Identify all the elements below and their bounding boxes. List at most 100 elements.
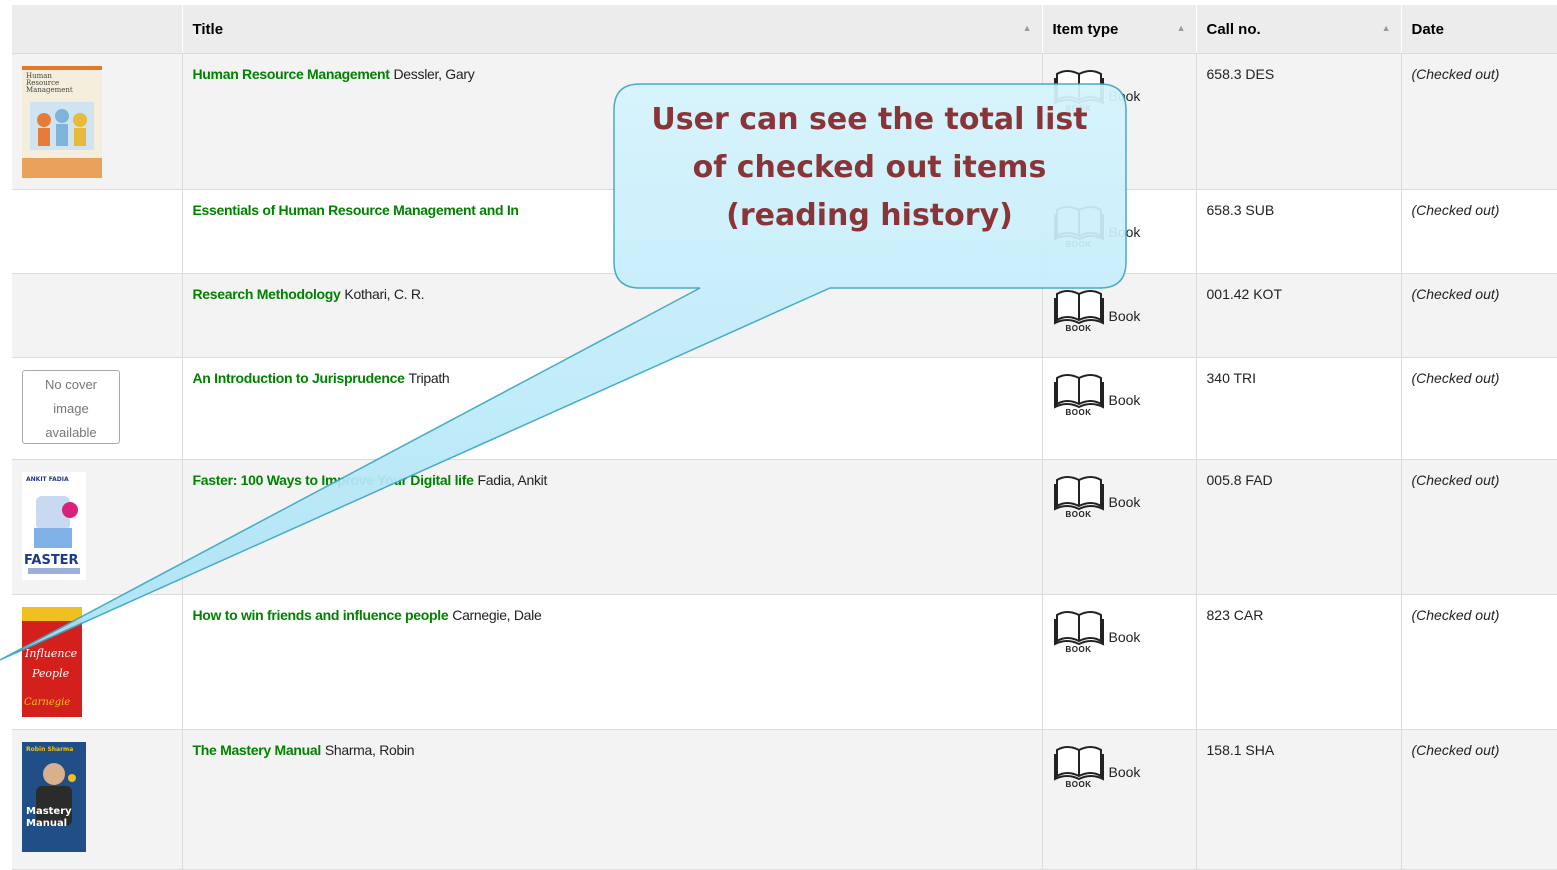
cover-author: Robin Sharma [26,746,73,753]
call-number: 158.1 SHA [1206,742,1275,758]
item-type-cell: BOOK Book [1042,594,1197,730]
call-no-header-label: Call no. [1206,20,1261,38]
sort-icon[interactable]: ▲︎ [1023,23,1032,33]
item-type-label: Book [1108,494,1141,510]
call-number: 340 TRI [1206,370,1257,386]
book-icon: BOOK [1053,472,1105,528]
call-no-cell: 823 CAR [1196,594,1402,730]
call-number: 658.3 SUB [1206,202,1275,218]
title-link[interactable]: An Introduction to Jurisprudence [193,370,405,386]
item-type-header-label: Item type [1052,20,1119,38]
checkout-status: (Checked out) [1411,607,1500,623]
book-cover-image[interactable]: ANKIT FADIA FASTER [22,472,86,580]
date-cell: (Checked out) [1401,273,1557,358]
title-cell: Research Methodology Kothari, C. R. [182,273,1043,358]
author: Sharma, Robin [324,742,415,758]
title-link[interactable]: Essentials of Human Resource Management … [193,202,519,218]
callout-line: of checked out items [692,150,1047,185]
date-cell: (Checked out) [1401,357,1557,460]
date-header-label: Date [1411,20,1445,38]
table-row: Influence People Carnegie How to win fri… [12,594,1557,730]
book-icon: BOOK [1053,607,1105,663]
item-type-cell: BOOK Book [1042,357,1197,460]
book-icon-caption: BOOK [1065,324,1092,333]
sort-icon[interactable]: ▲︎ [1177,23,1186,33]
table-header-row: Title ▲︎ Item type ▲︎ Call no. ▲︎ Date▲︎ [12,5,1557,54]
book-icon-caption: BOOK [1065,780,1092,789]
call-number: 005.8 FAD [1206,472,1273,488]
cover-cell: Robin Sharma Mastery Manual [12,729,183,870]
call-number: 823 CAR [1206,607,1264,623]
cover-title-line: Influence [24,647,78,660]
cover-cell: No cover image available [12,357,183,460]
date-cell: (Checked out) [1401,459,1557,595]
author: Carnegie, Dale [452,607,542,623]
call-number: 001.42 KOT [1206,286,1283,302]
cover-title-line: Mastery [26,806,72,817]
book-cover-image[interactable]: Robin Sharma Mastery Manual [22,742,86,852]
cover-column-header [12,5,183,54]
checkout-status: (Checked out) [1411,370,1500,386]
author: Fadia, Ankit [477,472,548,488]
cover-title-line: Management [26,86,73,94]
date-cell: (Checked out) [1401,729,1557,870]
checkout-status: (Checked out) [1411,742,1500,758]
date-cell: (Checked out) [1401,594,1557,730]
title-column-header[interactable]: Title ▲︎ [182,5,1043,54]
item-type-label: Book [1108,308,1141,324]
book-icon-caption: BOOK [1065,240,1092,249]
table-row: Research Methodology Kothari, C. R. BOOK… [12,273,1557,358]
callout-text: User can see the total list of checked o… [617,96,1122,240]
item-type-label: Book [1108,629,1141,645]
date-column-header[interactable]: Date▲︎ [1401,5,1557,54]
no-cover-text: available [45,425,97,440]
title-cell: The Mastery Manual Sharma, Robin [182,729,1043,870]
author: Dessler, Gary [393,66,475,82]
table-row: No cover image available An Introduction… [12,357,1557,460]
cover-cell: Influence People Carnegie [12,594,183,730]
title-cell: An Introduction to Jurisprudence Tripath [182,357,1043,460]
call-no-cell: 340 TRI [1196,357,1402,460]
no-cover-placeholder: No cover image available [22,370,120,444]
cover-cell: ANKIT FADIA FASTER [12,459,183,595]
title-link[interactable]: How to win friends and influence people [193,607,449,623]
author: Kothari, C. R. [344,286,425,302]
title-link[interactable]: Research Methodology [193,286,341,302]
book-cover-image[interactable]: Influence People Carnegie [22,607,82,717]
checkout-status: (Checked out) [1411,66,1500,82]
no-cover-text: image [53,401,89,416]
item-type-cell: BOOK Book [1042,273,1197,358]
book-icon-caption: BOOK [1065,510,1092,519]
book-cover-image[interactable]: Human Resource Management [22,66,102,178]
no-cover-text: No cover [44,377,98,392]
date-cell: (Checked out) [1401,53,1557,190]
call-no-cell: 658.3 DES [1196,53,1402,190]
call-no-cell: 658.3 SUB [1196,189,1402,274]
cover-author: Carnegie [24,697,70,708]
title-link[interactable]: Faster: 100 Ways to Improve Your Digital… [193,472,474,488]
call-no-column-header[interactable]: Call no. ▲︎ [1196,5,1402,54]
book-icon-caption: BOOK [1065,645,1092,654]
item-type-cell: BOOK Book [1042,459,1197,595]
table-row: ANKIT FADIA FASTER Faster: 100 Ways to I… [12,459,1557,595]
callout-line: (reading history) [726,198,1013,233]
title-link[interactable]: Human Resource Management [193,66,390,82]
title-link[interactable]: The Mastery Manual [193,742,322,758]
cover-cell [12,273,183,358]
title-cell: Faster: 100 Ways to Improve Your Digital… [182,459,1043,595]
cover-author: ANKIT FADIA [26,476,69,483]
item-type-column-header[interactable]: Item type ▲︎ [1042,5,1197,54]
book-icon: BOOK [1053,742,1105,798]
cover-title-line: People [31,667,70,680]
cover-title-line: Manual [26,818,67,829]
cover-cell: Human Resource Management [12,53,183,190]
book-icon-caption: BOOK [1065,408,1092,417]
checkout-status: (Checked out) [1411,202,1500,218]
callout-line: User can see the total list [651,102,1088,137]
book-icon: BOOK [1053,370,1105,426]
item-type-cell: BOOK Book [1042,729,1197,870]
call-no-cell: 005.8 FAD [1196,459,1402,595]
sort-icon[interactable]: ▲︎ [1382,23,1391,33]
call-number: 658.3 DES [1206,66,1275,82]
call-no-cell: 001.42 KOT [1196,273,1402,358]
